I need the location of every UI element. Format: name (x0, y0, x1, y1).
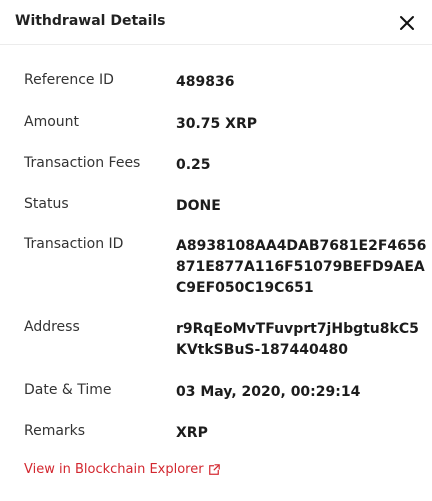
external-link-icon (208, 464, 220, 475)
remarks-label: Remarks (24, 423, 86, 439)
address-line: r9RqEoMvTFuvprt7jHbgtu8kC5 (176, 321, 419, 337)
datetime-value: 03 May, 2020, 00:29:14 (176, 384, 361, 400)
reference-id-label: Reference ID (24, 72, 114, 88)
status-value: DONE (176, 198, 221, 214)
reference-id-value: 489836 (176, 74, 235, 90)
amount-label: Amount (24, 114, 80, 130)
address-value: r9RqEoMvTFuvprt7jHbgtu8kC5 KVtkSBuS-1874… (176, 319, 419, 361)
remarks-value: XRP (176, 425, 208, 441)
withdrawal-details-dialog: Withdrawal Details Reference ID 489836 A… (0, 0, 432, 501)
blockchain-explorer-link-label: View in Blockchain Explorer (24, 462, 204, 477)
transaction-id-line: C9EF050C19C651 (176, 280, 314, 296)
status-label: Status (24, 196, 69, 212)
transaction-id-label: Transaction ID (24, 236, 124, 252)
blockchain-explorer-link[interactable]: View in Blockchain Explorer (24, 462, 220, 477)
transaction-id-line: 871E877A116F51079BEFD9AEA (176, 259, 425, 275)
close-icon[interactable] (396, 12, 418, 34)
dialog-header: Withdrawal Details (0, 0, 432, 45)
datetime-label: Date & Time (24, 382, 112, 398)
address-line: KVtkSBuS-187440480 (176, 342, 348, 358)
transaction-id-line: A8938108AA4DAB7681E2F4656 (176, 238, 427, 254)
amount-value: 30.75 XRP (176, 116, 257, 132)
address-label: Address (24, 319, 80, 335)
dialog-title: Withdrawal Details (15, 13, 166, 29)
fees-value: 0.25 (176, 157, 211, 173)
fees-label: Transaction Fees (24, 155, 141, 171)
transaction-id-value: A8938108AA4DAB7681E2F4656 871E877A116F51… (176, 236, 427, 299)
